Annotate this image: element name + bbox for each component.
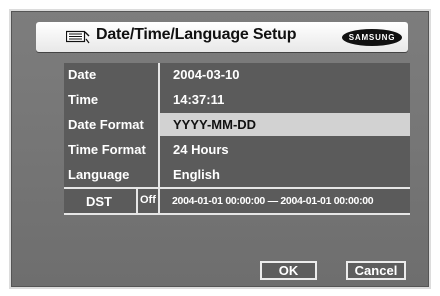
setting-label: Date: [68, 67, 97, 82]
divider: [136, 189, 138, 213]
dst-label: DST: [86, 194, 112, 209]
cancel-button[interactable]: Cancel: [346, 261, 406, 280]
setting-value: 2004-03-10: [173, 67, 240, 82]
page-title: Date/Time/Language Setup: [96, 26, 297, 43]
setting-label: Date Format: [68, 117, 144, 132]
setting-row-time-format[interactable]: Time Format 24 Hours: [64, 138, 410, 161]
setting-value: YYYY-MM-DD: [173, 117, 257, 132]
keyboard-settings-icon: [66, 30, 90, 44]
setting-row-language[interactable]: Language English: [64, 163, 410, 186]
setting-label: Language: [68, 167, 130, 182]
setting-label: Time Format: [68, 142, 146, 157]
dst-range: 2004-01-01 00:00:00 — 2004-01-01 00:00:0…: [172, 195, 374, 207]
samsung-logo: SAMSUNG: [342, 29, 402, 46]
title-bar: Date/Time/Language Setup SAMSUNG: [36, 22, 408, 52]
settings-panel: Date 2004-03-10 Time 14:37:11 Date Forma…: [64, 63, 410, 215]
setting-value: English: [173, 167, 220, 182]
setting-value: 24 Hours: [173, 142, 229, 157]
divider: [158, 189, 160, 213]
column-divider: [158, 63, 160, 187]
dst-state[interactable]: Off: [140, 194, 156, 206]
dst-row[interactable]: DST Off 2004-01-01 00:00:00 — 2004-01-01…: [64, 187, 410, 215]
ok-button[interactable]: OK: [260, 261, 317, 280]
setting-row-date-format[interactable]: Date Format YYYY-MM-DD: [64, 113, 410, 136]
setting-label: Time: [68, 92, 99, 107]
setting-row-time[interactable]: Time 14:37:11: [64, 88, 410, 111]
setting-value: 14:37:11: [173, 92, 225, 107]
setting-row-date[interactable]: Date 2004-03-10: [64, 63, 410, 86]
